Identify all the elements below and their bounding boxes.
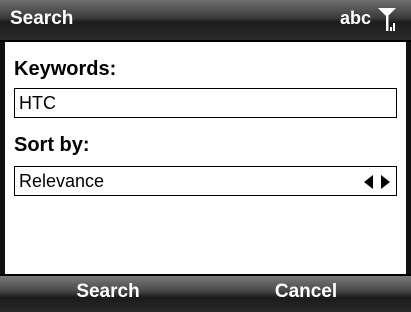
signal-antenna-icon	[378, 8, 396, 31]
search-softkey-button[interactable]: Search	[28, 281, 188, 303]
keywords-label: Keywords:	[14, 58, 117, 80]
cancel-softkey-button[interactable]: Cancel	[226, 281, 386, 303]
input-mode-indicator: abc	[339, 8, 371, 28]
left-right-arrows-icon[interactable]	[364, 175, 390, 189]
sort-by-value: Relevance	[19, 171, 105, 191]
keywords-input[interactable]: HTC	[14, 88, 397, 118]
window-title: Search	[10, 8, 74, 29]
keywords-input-value: HTC	[19, 93, 56, 113]
title-bar: Search abc	[0, 0, 411, 42]
sort-by-select[interactable]: Relevance	[14, 166, 397, 196]
softkey-bar: Search Cancel	[0, 274, 411, 312]
sort-by-label: Sort by:	[14, 134, 90, 156]
